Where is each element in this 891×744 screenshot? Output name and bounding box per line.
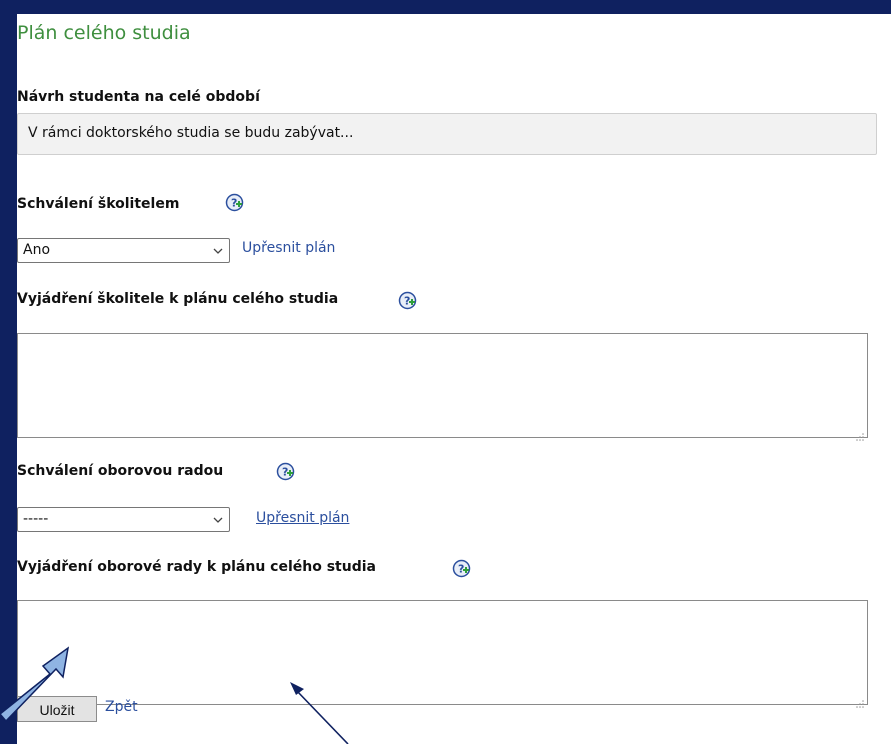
annotation-arrow-thin-line — [295, 689, 349, 744]
annotation-arrows-overlay — [0, 646, 349, 744]
annotation-arrow-thin-head-icon — [290, 682, 304, 695]
annotation-arrow-big-icon — [0, 646, 70, 723]
screenshot-frame: Plán celého studia Návrh studenta na cel… — [0, 0, 891, 744]
